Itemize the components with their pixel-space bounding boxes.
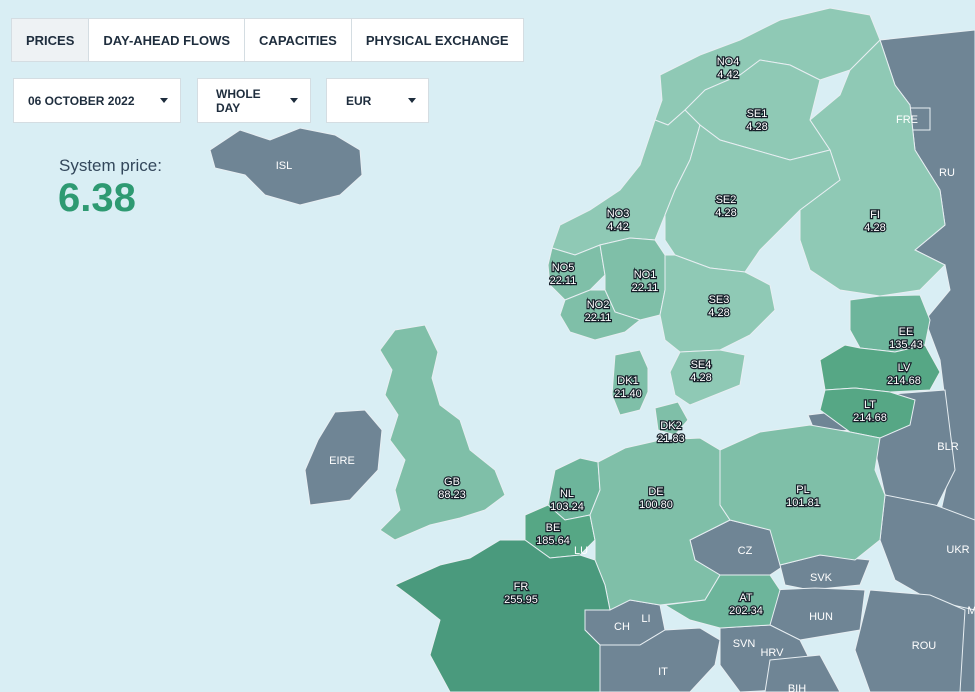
zone-price: 4.28 [708,307,729,319]
country-label-m: M [967,605,975,617]
period-value: WHOLE DAY [216,86,261,115]
zone-label-se4: SE4 4.28 [690,359,711,384]
zone-price: 255.95 [504,594,538,606]
zone-label-no4: NO4 4.42 [717,56,740,81]
chevron-down-icon [408,98,416,103]
zone-price: 4.28 [746,121,767,133]
zone-area-lv[interactable] [819,344,941,393]
tab-bar: PRICES DAY-AHEAD FLOWS CAPACITIES PHYSIC… [11,18,524,62]
zone-code: LT [864,399,876,411]
zone-code: NO5 [552,262,575,274]
tab-day-ahead-flows[interactable]: DAY-AHEAD FLOWS [89,19,246,61]
zone-code: SE4 [691,359,712,371]
zone-label-dk1: DK1 21.40 [614,375,642,400]
country-label-lu: LU [574,545,588,557]
country-label-isl: ISL [276,160,293,172]
zone-code: NO1 [634,269,657,281]
date-value: 06 OCTOBER 2022 [28,93,135,108]
zone-price: 4.42 [717,69,738,81]
tab-physical-exchange[interactable]: PHYSICAL EXCHANGE [352,19,523,61]
zone-price: 214.68 [887,375,921,387]
date-dropdown[interactable]: 06 OCTOBER 2022 [13,78,181,123]
system-price-value: 6.38 [58,176,136,220]
currency-value: EUR [346,93,372,108]
zone-label-se1: SE1 4.28 [746,108,767,133]
zone-code: NO2 [587,299,610,311]
country-label-svk: SVK [810,572,833,584]
country-label-blr: BLR [937,441,958,453]
zone-price: 21.40 [614,388,642,400]
country-label-it: IT [658,666,668,678]
zone-price: 4.28 [715,207,736,219]
zone-code: DK2 [660,420,681,432]
zone-code: FR [514,581,529,593]
system-price-label: System price: [59,156,162,175]
zone-code: SE1 [747,108,768,120]
country-label-li: LI [641,613,650,625]
zone-label-no5: NO5 22.11 [550,262,577,287]
zone-code: AT [739,592,753,604]
country-label-hrv: HRV [760,647,784,659]
zone-price: 4.28 [690,372,711,384]
country-romania[interactable] [854,589,966,692]
zone-code: FI [870,209,880,221]
zone-price: 22.11 [585,312,612,324]
country-label-cz: CZ [738,545,753,557]
zone-code: DK1 [617,375,638,387]
country-label-ch: CH [614,621,630,633]
chevron-down-icon [160,98,168,103]
zone-price: 22.11 [550,275,577,287]
zone-code: NL [560,488,574,500]
country-label-ru: RU [939,167,955,179]
zone-code: SE3 [709,294,730,306]
country-label-hun: HUN [809,611,833,623]
zone-label-dk2: DK2 21.83 [657,420,685,445]
zone-price: 185.64 [536,535,570,547]
zone-label-no3: NO3 4.42 [607,208,630,233]
zone-area-de[interactable] [589,437,731,611]
zone-code: GB [444,476,460,488]
zone-price: 103.24 [550,501,584,513]
zone-code: NO4 [717,56,740,68]
zone-label-se3: SE3 4.28 [708,294,729,319]
country-label-svn: SVN [733,638,756,650]
zone-price: 88.23 [438,489,466,501]
country-label-fre: FRE [896,114,918,126]
period-dropdown[interactable]: WHOLE DAY [197,78,311,123]
chevron-down-icon [290,98,298,103]
zone-code: DE [648,486,663,498]
zone-price: 4.28 [864,222,885,234]
country-label-bih: BIH [788,683,806,692]
zone-price: 22.11 [632,282,659,294]
zone-price: 202.34 [729,605,763,617]
currency-dropdown[interactable]: EUR [326,78,429,123]
tab-prices[interactable]: PRICES [12,19,90,61]
country-label-eire: EIRE [329,455,355,467]
zone-price: 4.42 [607,221,628,233]
zone-code: EE [899,326,914,338]
zone-label-no2: NO2 22.11 [585,299,612,324]
country-label-rou: ROU [912,640,937,652]
country-label-ukr: UKR [946,544,969,556]
zone-price: 100.80 [639,499,673,511]
zone-code: SE2 [716,194,737,206]
zone-price: 21.83 [657,433,685,445]
zone-code: BE [546,522,561,534]
tab-capacities[interactable]: CAPACITIES [245,19,352,61]
zone-price: 101.81 [786,497,820,509]
zone-code: NO3 [607,208,630,220]
zone-code: LV [898,362,911,374]
zone-price: 135.43 [889,339,923,351]
zone-label-se2: SE2 4.28 [715,194,736,219]
zone-label-no1: NO1 22.11 [632,269,659,294]
zone-price: 214.68 [853,412,887,424]
zone-code: PL [796,484,809,496]
